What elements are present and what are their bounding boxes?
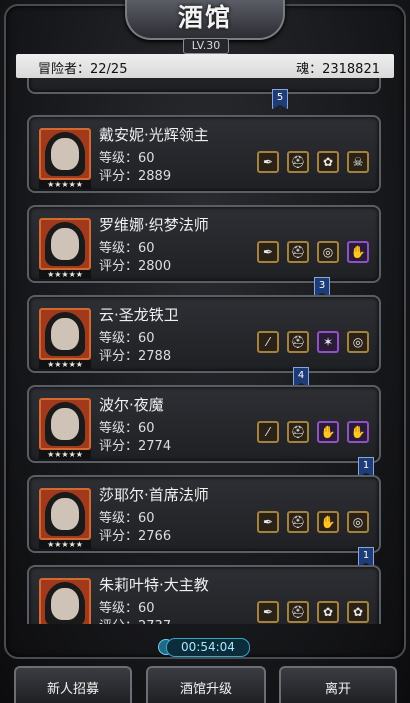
rank-badge: 3 <box>314 277 330 297</box>
blade-icon[interactable]: ⁄ <box>257 421 279 443</box>
hero-stars: ★★★★★ <box>39 270 91 279</box>
gauntlet-icon[interactable]: ✋ <box>347 421 369 443</box>
title-plate: 酒馆 <box>125 0 285 40</box>
armor-icon[interactable]: ✿ <box>347 601 369 623</box>
adventurer-count: 冒险者：22/25 <box>38 62 128 77</box>
ring-icon[interactable]: ◎ <box>317 241 339 263</box>
ring-icon[interactable]: ◎ <box>347 331 369 353</box>
hero-face <box>51 498 79 530</box>
stats-bar: 冒险者：22/25 魂：2318821 <box>16 54 394 78</box>
hero-list[interactable]: 5 ★★★★★ 戴安妮·光辉领主 等级：60 评分：2889 ✒ ⛑ ✿ ☠ ★★★★★ 罗维娜·… <box>27 78 383 624</box>
helmet-icon[interactable]: ⛑ <box>287 601 309 623</box>
rank-badge: 4 <box>293 367 309 387</box>
helmet-icon[interactable]: ⛑ <box>287 241 309 263</box>
hero-stars: ★★★★★ <box>39 450 91 459</box>
hero-name: 朱莉叶特·大主教 <box>99 576 209 594</box>
upgrade-tavern-button[interactable]: 酒馆升级 <box>146 666 266 703</box>
claw-icon[interactable]: ✶ <box>317 331 339 353</box>
hero-face <box>51 318 79 350</box>
hero-level: 等级：60 <box>99 151 155 166</box>
hero-score: 评分：2800 <box>99 259 172 274</box>
dagger-icon[interactable]: ✒ <box>257 511 279 533</box>
hero-name: 戴安妮·光辉领主 <box>99 126 209 144</box>
hero-score: 评分：2788 <box>99 349 172 364</box>
rank-badge: 5 <box>272 89 288 109</box>
hero-card[interactable]: ★★★★★ 云·圣龙铁卫 等级：60 评分：2788 ⁄ ⛑ ✶ ◎ <box>27 295 381 373</box>
armor-icon[interactable]: ✿ <box>317 151 339 173</box>
hero-card[interactable]: ★★★★★ 罗维娜·织梦法师 等级：60 评分：2800 ✒ ⛑ ◎ ✋ <box>27 205 381 283</box>
hero-level: 等级：60 <box>99 331 155 346</box>
hero-portrait <box>39 218 91 270</box>
hero-level: 等级：60 <box>99 601 155 616</box>
helmet-icon[interactable]: ⛑ <box>287 151 309 173</box>
hero-score: 评分：2889 <box>99 169 172 184</box>
hero-face <box>51 588 79 620</box>
hero-face <box>51 138 79 170</box>
rank-badge: 1 <box>358 547 374 567</box>
hero-level: 等级：60 <box>99 241 155 256</box>
hero-portrait <box>39 398 91 450</box>
page-title: 酒馆 <box>177 3 232 32</box>
helmet-icon[interactable]: ⛑ <box>287 331 309 353</box>
hero-score: 评分：2774 <box>99 439 172 454</box>
tavern-level: LV.30 <box>183 38 229 54</box>
skull-icon[interactable]: ☠ <box>347 151 369 173</box>
gauntlet-icon[interactable]: ✋ <box>317 511 339 533</box>
hero-face <box>51 408 79 440</box>
leave-button[interactable]: 离开 <box>279 666 397 703</box>
dagger-icon[interactable]: ✒ <box>257 241 279 263</box>
hero-card[interactable]: ★★★★★ 莎耶尔·首席法师 等级：60 评分：2766 ✒ ⛑ ✋ ◎ <box>27 475 381 553</box>
hero-stars: ★★★★★ <box>39 360 91 369</box>
armor-icon[interactable]: ✿ <box>317 601 339 623</box>
hero-score: 评分：2766 <box>99 529 172 544</box>
sword-icon[interactable]: ✒ <box>257 601 279 623</box>
helmet-icon[interactable]: ⛑ <box>287 421 309 443</box>
hero-stars: ★★★★★ <box>39 540 91 549</box>
blade-icon[interactable]: ⁄ <box>257 331 279 353</box>
hero-portrait <box>39 488 91 540</box>
hero-name: 罗维娜·织梦法师 <box>99 216 209 234</box>
gauntlet-icon[interactable]: ✋ <box>347 241 369 263</box>
hero-name: 云·圣龙铁卫 <box>99 306 179 324</box>
hero-portrait <box>39 128 91 180</box>
hero-name: 莎耶尔·首席法师 <box>99 486 209 504</box>
helmet-icon[interactable]: ⛑ <box>287 511 309 533</box>
hero-stars: ★★★★★ <box>39 180 91 189</box>
hero-face <box>51 228 79 260</box>
hero-score: 评分：2737 <box>99 615 171 624</box>
hero-card[interactable]: ★★★★★ 戴安妮·光辉领主 等级：60 评分：2889 ✒ ⛑ ✿ ☠ <box>27 115 381 193</box>
gauntlet-icon[interactable]: ✋ <box>317 421 339 443</box>
refresh-timer: 00:54:04 <box>166 638 250 657</box>
sword-icon[interactable]: ✒ <box>257 151 279 173</box>
recruit-button[interactable]: 新人招募 <box>14 666 132 703</box>
hero-card-partial <box>27 78 381 94</box>
ring-icon[interactable]: ◎ <box>347 511 369 533</box>
hero-level: 等级：60 <box>99 511 155 526</box>
hero-level: 等级：60 <box>99 421 155 436</box>
soul-count: 魂：2318821 <box>296 62 380 77</box>
hero-portrait <box>39 308 91 360</box>
hero-name: 波尔·夜魔 <box>99 396 164 414</box>
rank-badge: 1 <box>358 457 374 477</box>
hero-card[interactable]: ★★★★★朱莉叶特·大主教等级：60评分：2737✒⛑✿✿ <box>27 565 381 624</box>
hero-card[interactable]: ★★★★★ 波尔·夜魔等级：60 评分：2774 ⁄ ⛑ ✋ ✋ <box>27 385 381 463</box>
hero-portrait <box>39 578 91 624</box>
